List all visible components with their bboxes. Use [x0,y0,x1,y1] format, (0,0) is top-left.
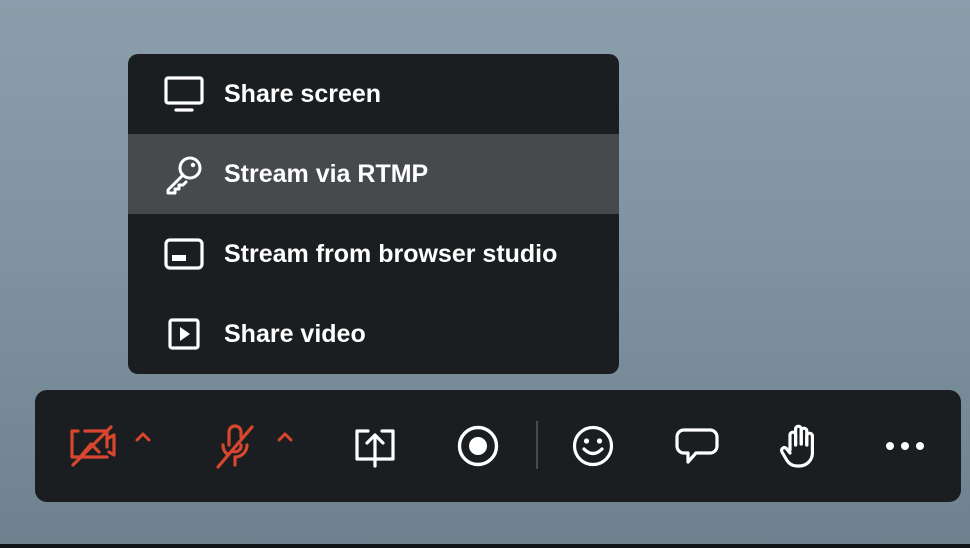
chevron-up-icon [134,431,152,443]
more-options-icon [884,440,926,452]
menu-item-label: Share video [224,320,366,348]
share-upload-icon [352,423,398,469]
more-options-button[interactable] [880,421,930,471]
microphone-toggle-button[interactable] [210,421,260,471]
chat-button[interactable] [672,421,722,471]
menu-item-label: Stream via RTMP [224,160,429,188]
camera-toggle-button[interactable] [68,421,118,471]
studio-window-icon [162,234,206,274]
share-button[interactable] [350,421,400,471]
menu-item-share-screen[interactable]: Share screen [128,54,619,134]
record-button[interactable] [453,421,503,471]
share-menu: Share screen Stream via RTMP Stream from… [128,54,619,374]
raise-hand-icon [778,423,822,469]
play-video-icon [162,314,206,354]
record-icon [456,424,500,468]
reactions-button[interactable] [568,421,618,471]
raise-hand-button[interactable] [775,421,825,471]
emoji-smile-icon [571,424,615,468]
menu-item-label: Stream from browser studio [224,240,558,268]
camera-off-icon [69,425,117,467]
camera-options-caret[interactable] [132,426,154,448]
chevron-up-icon [276,431,294,443]
key-icon [162,154,206,195]
menu-item-share-video[interactable]: Share video [128,294,619,374]
menu-item-stream-rtmp[interactable]: Stream via RTMP [128,134,619,214]
toolbar-divider [536,421,538,469]
meeting-toolbar [35,390,961,502]
menu-item-label: Share screen [224,80,382,108]
microphone-options-caret[interactable] [274,426,296,448]
menu-item-stream-browser-studio[interactable]: Stream from browser studio [128,214,619,294]
window-bottom-edge [0,544,970,548]
microphone-muted-icon [213,423,257,469]
chat-bubble-icon [674,425,720,467]
monitor-icon [162,74,206,114]
